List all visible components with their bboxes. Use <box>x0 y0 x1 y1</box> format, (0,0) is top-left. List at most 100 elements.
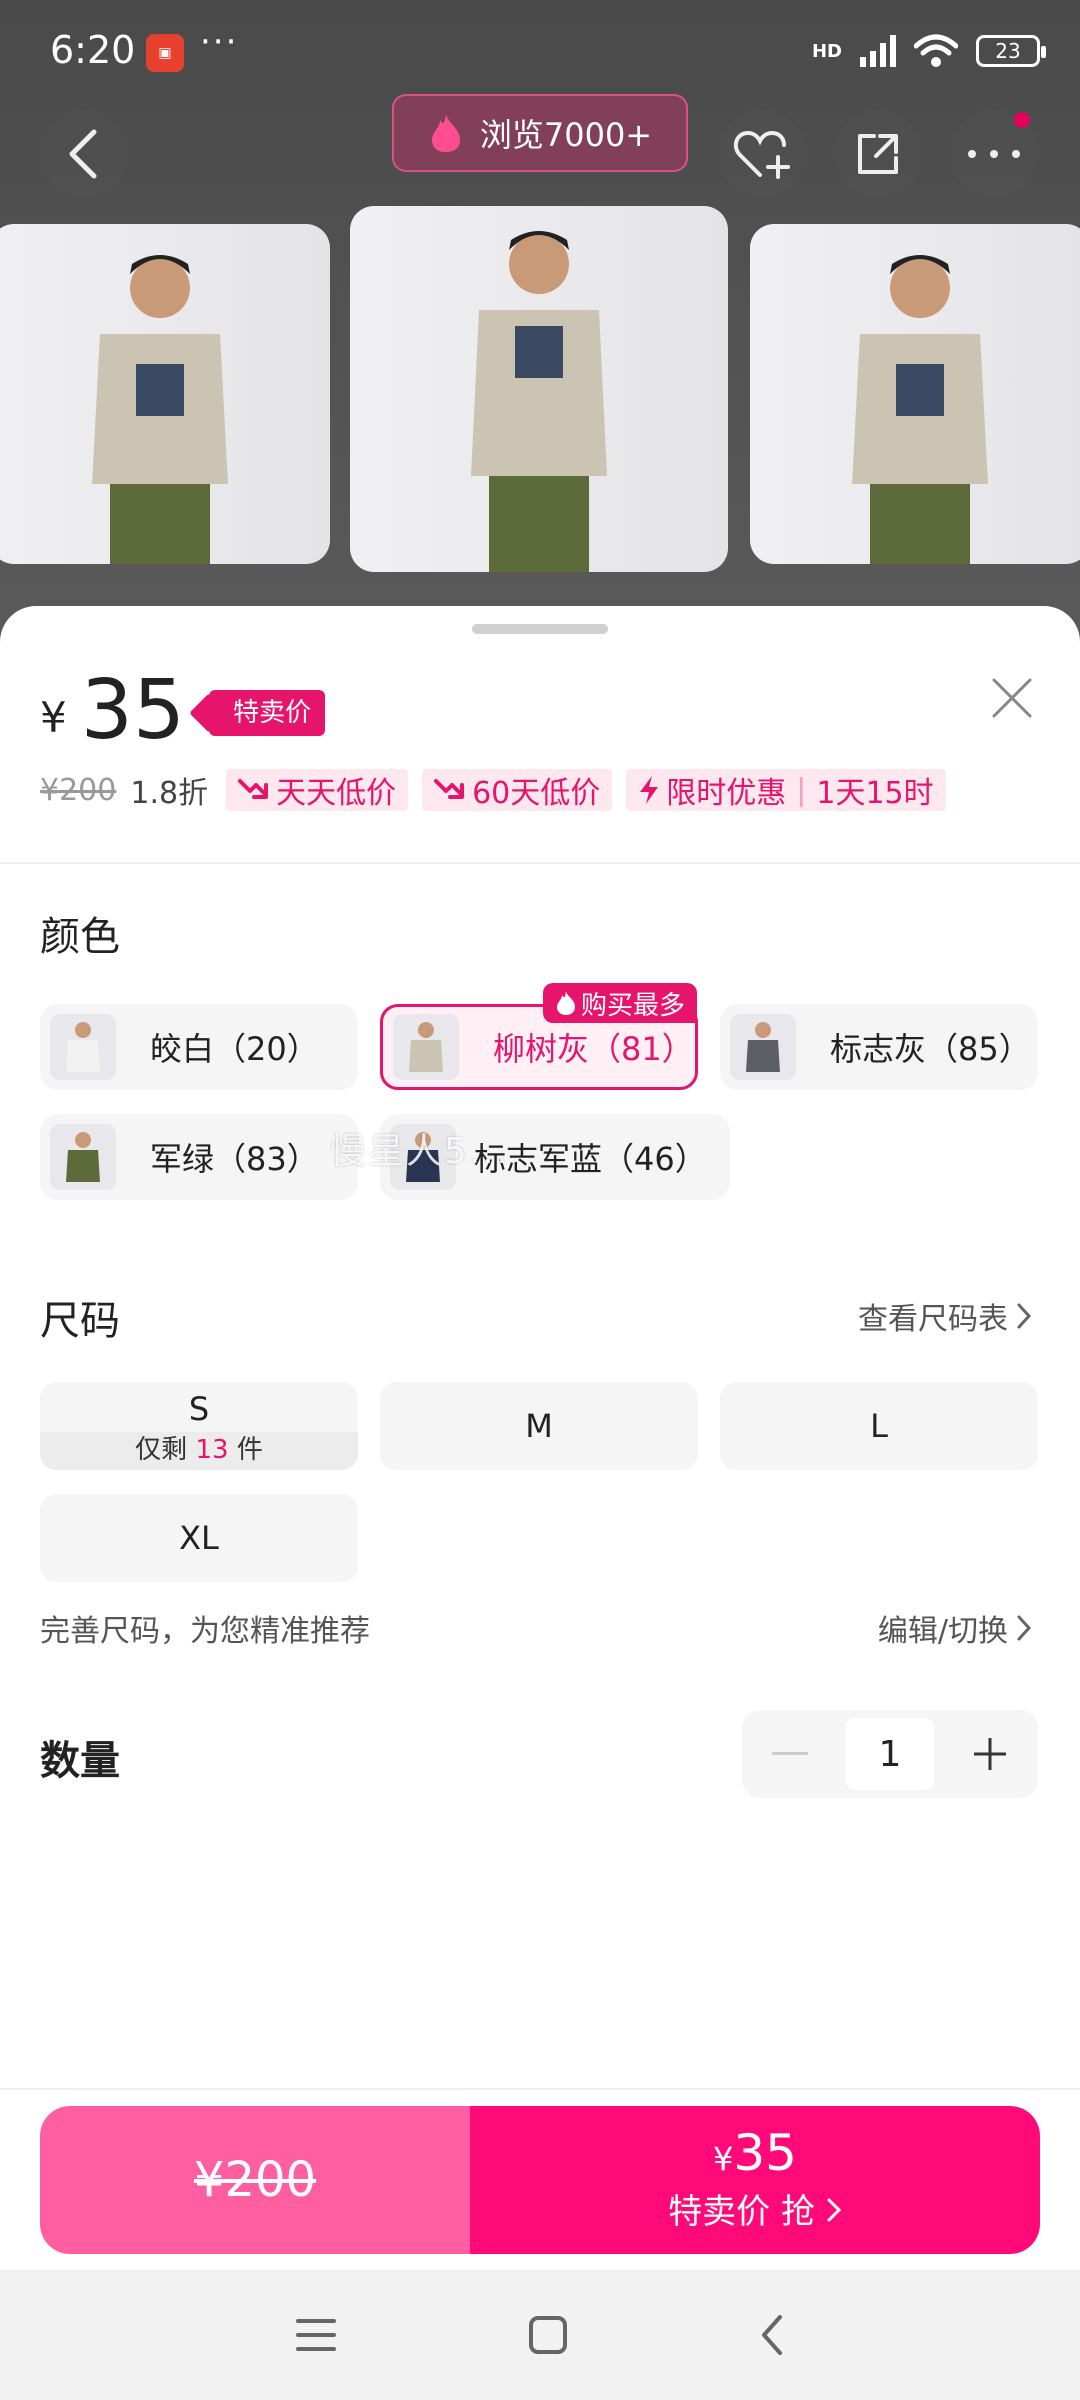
color-option-white[interactable]: 皎白（20） <box>40 1004 358 1090</box>
system-nav-bar <box>0 2270 1080 2400</box>
app-notification-icon: ▣ <box>146 34 184 72</box>
size-label: S <box>188 1390 210 1428</box>
quantity-stepper: 1 <box>742 1710 1038 1798</box>
more-dots-icon <box>968 150 1020 158</box>
divider <box>0 862 1080 864</box>
special-price-label: 特卖价 <box>233 698 312 728</box>
low-stock-note: 仅剩 13 件 <box>40 1432 358 1470</box>
size-option-l[interactable]: L <box>720 1382 1038 1470</box>
buy-now-button[interactable]: ¥35 特卖价 抢 <box>470 2106 1040 2254</box>
currency-symbol: ¥ <box>40 693 67 742</box>
chip-label: 天天低价 <box>276 776 397 811</box>
size-section-title: 尺码 <box>40 1298 120 1344</box>
chevron-right-icon <box>1017 1303 1032 1329</box>
buy-label: 特卖价 抢 <box>668 2191 815 2232</box>
chevron-right-icon <box>827 2198 841 2222</box>
stock-count: 13 <box>195 1435 229 1465</box>
plus-icon <box>974 1738 1006 1770</box>
views-badge: 浏览7000+ <box>392 94 688 172</box>
color-thumbnail <box>730 1014 796 1080</box>
minus-icon <box>772 1752 808 1755</box>
chip-separator: | <box>796 772 807 808</box>
color-option-willow-gray[interactable]: 柳树灰（81） 购买最多 <box>380 983 698 1090</box>
product-photo-1[interactable] <box>0 224 330 564</box>
shirt-swatch-willow-gray <box>409 1040 443 1072</box>
back-icon[interactable] <box>758 2313 786 2357</box>
status-time: 6:20 <box>50 28 136 72</box>
price-details: ¥200 1.8折 天天低价 60天低价 限时优惠 | 1天15时 <box>40 768 946 812</box>
trend-down-icon <box>238 779 269 799</box>
buy-price-value: 35 <box>733 2124 797 2183</box>
size-chart-link[interactable]: 查看尺码表 <box>858 1294 1032 1338</box>
chip-label: 60天低价 <box>472 776 601 811</box>
color-label: 柳树灰（81） <box>493 1030 694 1068</box>
sku-selector-sheet: ¥ 35 特卖价 ¥200 1.8折 天天低价 60天低价 限时优惠 | 1天1… <box>0 606 1080 2270</box>
color-label: 标志灰（85） <box>830 1030 1031 1068</box>
edit-size-label: 编辑/切换 <box>877 1614 1008 1649</box>
stock-suffix: 件 <box>236 1435 263 1465</box>
shirt-swatch-signature-gray <box>746 1040 780 1072</box>
shirt-swatch-white <box>66 1040 100 1072</box>
share-button[interactable] <box>834 110 922 198</box>
decrease-quantity-button[interactable] <box>742 1710 838 1798</box>
more-notifications-icon: ··· <box>200 22 239 62</box>
quantity-value[interactable]: 1 <box>846 1718 934 1790</box>
buy-label-row: 特卖价 抢 <box>668 2184 842 2233</box>
favorite-button[interactable] <box>718 110 806 198</box>
lightning-icon <box>640 776 659 804</box>
color-option-army-green[interactable]: 军绿（83） <box>40 1114 358 1200</box>
original-price-label: ¥200 <box>193 2152 317 2208</box>
increase-quantity-button[interactable] <box>942 1710 1038 1798</box>
countdown: 1天15时 <box>816 776 934 811</box>
color-thumbnail <box>50 1124 116 1190</box>
color-thumbnail <box>50 1014 116 1080</box>
color-label: 皎白（20） <box>150 1030 319 1068</box>
stock-prefix: 仅剩 <box>135 1435 188 1465</box>
trend-down-icon <box>434 779 465 799</box>
color-section-title: 颜色 <box>40 914 120 960</box>
product-photo-3[interactable] <box>750 224 1080 564</box>
battery-icon: 23 <box>976 35 1046 67</box>
product-photo-2[interactable] <box>350 206 728 572</box>
edit-size-link[interactable]: 编辑/切换 <box>878 1606 1032 1650</box>
shirt-swatch-army-green <box>66 1150 100 1182</box>
size-recommend-hint: 完善尺码，为您精准推荐 <box>40 1614 370 1649</box>
best-seller-tag: 购买最多 <box>542 983 697 1023</box>
size-option-m[interactable]: M <box>380 1382 698 1470</box>
product-gallery-backdrop: 6:20 ▣ ··· HD 23 浏览7000+ <box>0 0 1080 640</box>
discount-rate: 1.8折 <box>130 776 209 811</box>
back-button[interactable] <box>40 110 128 198</box>
heart-plus-icon <box>733 130 790 179</box>
size-option-xl[interactable]: XL <box>40 1494 358 1582</box>
limited-offer-chip: 限时优惠 | 1天15时 <box>626 769 946 811</box>
flame-icon <box>431 114 460 152</box>
size-option-s[interactable]: S 仅剩 13 件 <box>40 1382 358 1470</box>
current-price: 35 <box>80 663 186 758</box>
size-label: M <box>525 1407 553 1445</box>
original-price-button[interactable]: ¥200 <box>40 2106 470 2254</box>
hd-label: HD <box>811 40 842 62</box>
purchase-bar: ¥200 ¥35 特卖价 抢 <box>0 2088 1080 2270</box>
menu-icon[interactable] <box>294 2315 338 2355</box>
size-label: L <box>870 1407 888 1445</box>
chevron-left-icon <box>69 129 97 179</box>
color-thumbnail <box>393 1014 459 1080</box>
size-label: XL <box>179 1519 219 1557</box>
color-option-signature-gray[interactable]: 标志灰（85） <box>720 1004 1038 1090</box>
notification-dot <box>1014 112 1030 128</box>
close-icon[interactable] <box>990 676 1034 720</box>
buy-price: ¥35 <box>713 2127 797 2180</box>
special-price-tag: 特卖价 <box>209 690 326 736</box>
wifi-icon <box>914 34 958 67</box>
price-row: ¥ 35 特卖价 <box>40 663 326 758</box>
status-bar: 6:20 ▣ ··· HD 23 <box>0 0 1080 100</box>
home-icon[interactable] <box>527 2314 569 2356</box>
color-label: 军绿（83） <box>150 1140 319 1178</box>
original-price: ¥200 <box>40 772 117 808</box>
buy-currency: ¥ <box>713 2140 734 2179</box>
model-image <box>471 231 607 572</box>
sheet-drag-handle[interactable] <box>472 624 608 634</box>
watermark-text: 慢星人5... <box>330 1131 510 1172</box>
status-indicators: HD 23 <box>811 34 1046 68</box>
chip-label: 限时优惠 <box>666 776 787 811</box>
